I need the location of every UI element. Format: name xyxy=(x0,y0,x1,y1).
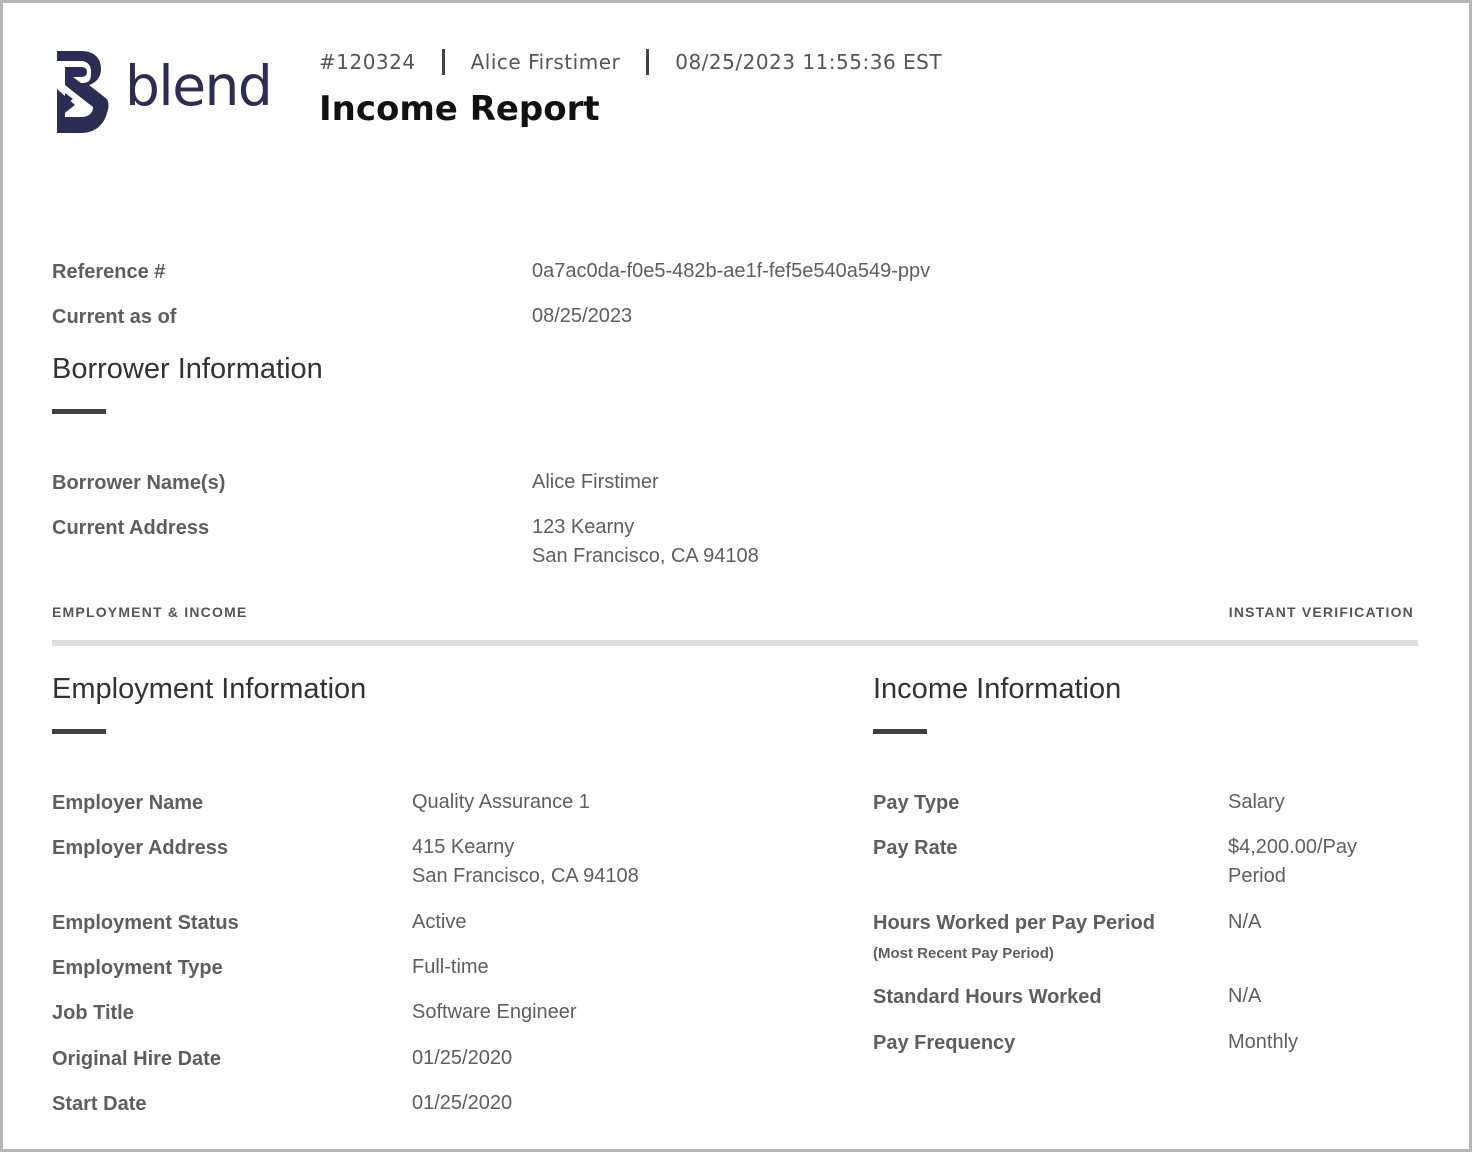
job-title-value: Software Engineer xyxy=(412,1001,577,1023)
section-employment-income: EMPLOYMENT & INCOME xyxy=(52,604,248,620)
heading-underline xyxy=(873,729,927,734)
original-hire-date-label: Original Hire Date xyxy=(52,1048,221,1070)
hours-worked-value: N/A xyxy=(1228,911,1262,933)
employer-name-label: Employer Name xyxy=(52,792,204,814)
heading-underline xyxy=(52,409,106,414)
reference-value: 0a7ac0da-f0e5-482b-ae1f-fef5e540a549-ppv xyxy=(532,260,931,282)
pay-frequency-value: Monthly xyxy=(1228,1031,1299,1053)
employer-address-line-1: 415 Kearny xyxy=(412,836,515,858)
income-info-heading: Income Information xyxy=(873,673,1122,705)
pay-rate-value: $4,200.00/Pay Period xyxy=(1228,833,1357,891)
standard-hours-label: Standard Hours Worked xyxy=(873,986,1102,1008)
section-divider xyxy=(52,640,1418,646)
job-title-label: Job Title xyxy=(52,1002,134,1024)
original-hire-date-value: 01/25/2020 xyxy=(412,1047,513,1069)
pay-rate-line-1: $4,200.00/Pay xyxy=(1228,836,1357,858)
pay-rate-label: Pay Rate xyxy=(873,837,958,859)
employer-address-label: Employer Address xyxy=(52,837,228,859)
page-title: Income Report xyxy=(319,89,600,129)
report-timestamp: 08/25/2023 11:55:36 EST xyxy=(675,50,943,74)
employer-name-value: Quality Assurance 1 xyxy=(412,791,590,813)
employment-status-label: Employment Status xyxy=(52,912,239,934)
borrower-name-label: Borrower Name(s) xyxy=(52,472,226,494)
borrower-name-value: Alice Firstimer xyxy=(532,471,659,493)
current-as-of-label: Current as of xyxy=(52,306,177,328)
pay-type-value: Salary xyxy=(1228,791,1285,813)
section-instant-verification: INSTANT VERIFICATION xyxy=(1228,604,1414,620)
address-line-1: 123 Kearny xyxy=(532,516,635,538)
employment-type-value: Full-time xyxy=(412,956,489,978)
reference-label: Reference # xyxy=(52,261,166,283)
hours-worked-label: Hours Worked per Pay Period xyxy=(873,912,1155,934)
hours-worked-sublabel: (Most Recent Pay Period) xyxy=(873,945,1054,962)
brand-name: blend xyxy=(125,54,273,118)
pay-frequency-label: Pay Frequency xyxy=(873,1032,1016,1054)
current-as-of-value: 08/25/2023 xyxy=(532,305,633,327)
report-page: blend #120324 Alice Firstimer 08/25/2023… xyxy=(0,0,1472,1152)
report-meta: #120324 Alice Firstimer 08/25/2023 11:55… xyxy=(319,49,942,75)
meta-divider xyxy=(441,49,445,75)
employment-info-heading: Employment Information xyxy=(52,673,367,705)
report-number: #120324 xyxy=(319,50,416,74)
standard-hours-value: N/A xyxy=(1228,985,1262,1007)
meta-divider xyxy=(646,49,650,75)
employment-type-label: Employment Type xyxy=(52,957,223,979)
current-address-value: 123 Kearny San Francisco, CA 94108 xyxy=(532,513,759,571)
employment-status-value: Active xyxy=(412,911,467,933)
borrower-info-heading: Borrower Information xyxy=(52,353,323,385)
pay-type-label: Pay Type xyxy=(873,792,960,814)
start-date-value: 01/25/2020 xyxy=(412,1092,513,1114)
pay-rate-line-2: Period xyxy=(1228,865,1286,887)
heading-underline xyxy=(52,729,106,734)
employer-address-value: 415 Kearny San Francisco, CA 94108 xyxy=(412,833,639,891)
report-borrower: Alice Firstimer xyxy=(470,50,621,74)
current-address-label: Current Address xyxy=(52,517,210,539)
blend-logo: blend xyxy=(51,47,273,137)
start-date-label: Start Date xyxy=(52,1093,147,1115)
blend-b-logo-icon xyxy=(57,51,109,133)
address-line-2: San Francisco, CA 94108 xyxy=(532,545,759,567)
employer-address-line-2: San Francisco, CA 94108 xyxy=(412,865,639,887)
